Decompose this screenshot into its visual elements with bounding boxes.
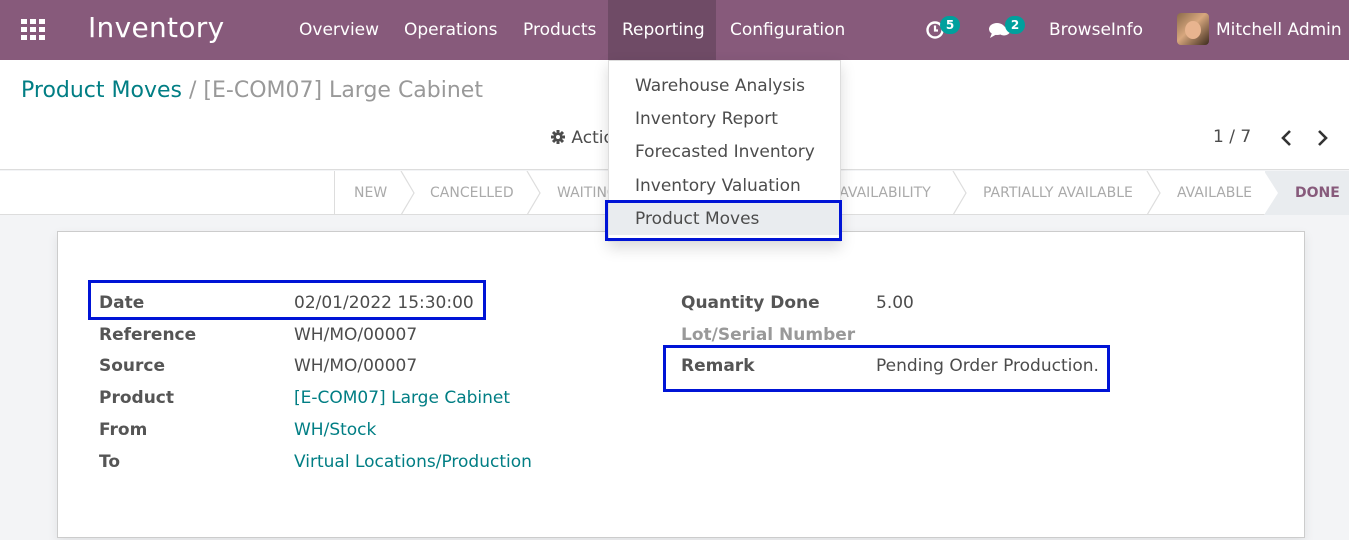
menu-products[interactable]: Products [509,0,610,60]
product-moves-highlight-box [605,200,842,241]
user-menu[interactable]: Mitchell Admin [1216,0,1342,60]
menu-overview[interactable]: Overview [285,0,393,60]
menu-item-inventory-report[interactable]: Inventory Report [609,103,840,135]
stage-separator-icon [1146,171,1161,215]
date-highlight-box [88,280,486,320]
stage-separator-icon [526,171,541,215]
menu-configuration[interactable]: Configuration [716,0,859,60]
company-switcher[interactable]: BrowseInfo [1049,0,1143,60]
stage-current-arrow-icon [1264,171,1278,215]
menu-reporting[interactable]: Reporting [608,0,716,60]
gear-icon [550,129,566,150]
stage-cancelled[interactable]: CANCELLED [430,171,514,215]
menu-operations[interactable]: Operations [390,0,511,60]
field-label-quantity-done: Quantity Done [681,293,820,313]
apps-grid-icon[interactable] [21,19,45,40]
breadcrumb-separator: / [188,78,197,103]
stage-available[interactable]: AVAILABLE [1177,171,1252,215]
stage-separator-icon [952,171,967,215]
menu-item-forecasted-inventory[interactable]: Forecasted Inventory [609,136,840,168]
pager-previous-icon[interactable] [1277,128,1297,148]
field-label-reference: Reference [99,325,197,345]
field-quantity-done[interactable]: 5.00 [876,293,914,313]
messages-count-badge: 2 [1005,16,1025,34]
field-label-product: Product [99,388,174,408]
top-navbar: Inventory Overview Operations Products R… [0,0,1349,60]
activity-count-badge: 5 [940,16,960,34]
stage-new[interactable]: NEW [354,171,387,215]
remark-highlight-box [663,345,1110,392]
breadcrumb-parent-link[interactable]: Product Moves [21,78,182,103]
field-source[interactable]: WH/MO/00007 [294,356,417,376]
breadcrumb-current: [E-COM07] Large Cabinet [203,78,483,103]
breadcrumb: Product Moves / [E-COM07] Large Cabinet [21,78,483,103]
field-label-lot-serial: Lot/Serial Number [681,325,856,345]
app-title: Inventory [88,11,225,44]
pager-value[interactable]: 1 / 7 [1213,127,1251,147]
menu-item-inventory-valuation[interactable]: Inventory Valuation [609,170,840,202]
field-reference[interactable]: WH/MO/00007 [294,325,417,345]
pager-next-icon[interactable] [1312,128,1332,148]
stage-separator-icon [400,171,415,215]
field-from-link[interactable]: WH/Stock [294,420,376,440]
stage-partially-available[interactable]: PARTIALLY AVAILABLE [983,171,1133,215]
field-label-to: To [99,452,121,472]
field-label-source: Source [99,356,166,376]
user-avatar[interactable] [1177,13,1209,45]
menu-item-warehouse-analysis[interactable]: Warehouse Analysis [609,70,840,102]
field-product-link[interactable]: [E-COM07] Large Cabinet [294,388,510,408]
statusbar-divider [334,171,335,215]
field-to-link[interactable]: Virtual Locations/Production [294,452,532,472]
field-label-from: From [99,420,148,440]
